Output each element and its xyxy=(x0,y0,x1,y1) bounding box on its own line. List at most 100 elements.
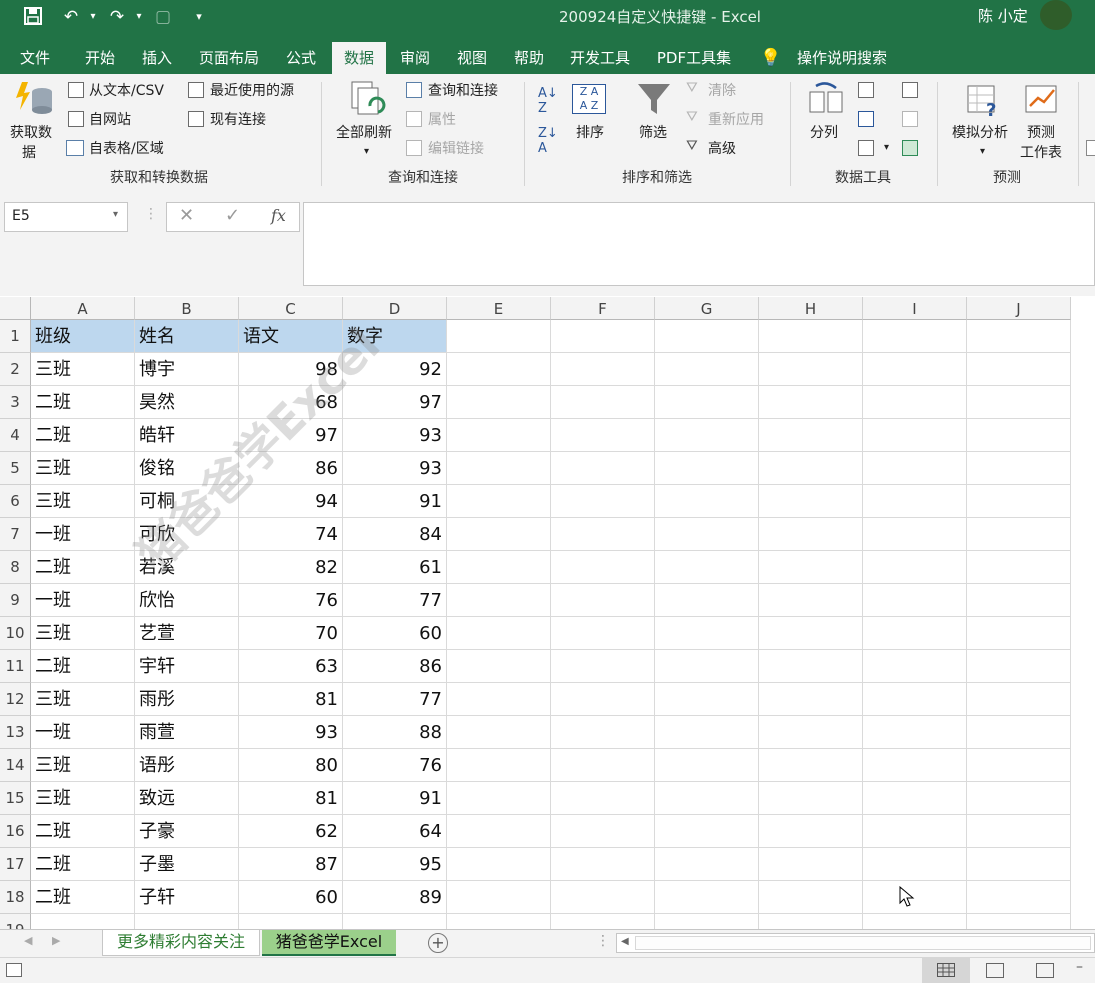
tab-pdf-tools[interactable]: PDF工具集 xyxy=(648,42,740,74)
cell[interactable] xyxy=(551,782,655,815)
row-header[interactable]: 2 xyxy=(0,353,31,386)
cell[interactable] xyxy=(551,914,655,929)
user-name[interactable]: 陈 小定 xyxy=(978,5,1028,26)
sheet-tab-0[interactable]: 更多精彩内容关注 xyxy=(102,930,260,956)
sort-button[interactable]: 排序 xyxy=(576,122,604,142)
page-break-view-icon[interactable] xyxy=(1036,963,1054,978)
cell[interactable]: 子轩 xyxy=(135,881,239,914)
cell[interactable]: 欣怡 xyxy=(135,584,239,617)
cell[interactable] xyxy=(447,782,551,815)
cell[interactable]: 81 xyxy=(239,683,343,716)
cell[interactable] xyxy=(967,320,1071,353)
cell[interactable] xyxy=(551,485,655,518)
cell[interactable]: 91 xyxy=(343,485,447,518)
cell[interactable] xyxy=(759,485,863,518)
row-header[interactable]: 1 xyxy=(0,320,31,353)
cell[interactable] xyxy=(655,749,759,782)
cell[interactable]: 80 xyxy=(239,749,343,782)
advanced-button[interactable]: 高级 xyxy=(708,138,736,158)
cell[interactable]: 92 xyxy=(343,353,447,386)
cell[interactable]: 91 xyxy=(343,782,447,815)
cell[interactable]: 81 xyxy=(239,782,343,815)
cell[interactable] xyxy=(551,650,655,683)
cell[interactable] xyxy=(447,485,551,518)
cell[interactable] xyxy=(551,815,655,848)
cell[interactable] xyxy=(447,914,551,929)
cell[interactable] xyxy=(447,815,551,848)
cell[interactable] xyxy=(551,584,655,617)
cell[interactable]: 63 xyxy=(239,650,343,683)
cell[interactable] xyxy=(863,716,967,749)
cell[interactable]: 64 xyxy=(343,815,447,848)
cell[interactable] xyxy=(759,683,863,716)
cell[interactable] xyxy=(863,419,967,452)
cell[interactable] xyxy=(863,650,967,683)
queries-connections-button[interactable]: 查询和连接 xyxy=(428,80,498,100)
cell[interactable]: 88 xyxy=(343,716,447,749)
cell[interactable] xyxy=(655,650,759,683)
cell[interactable] xyxy=(551,551,655,584)
refresh-dropdown-icon[interactable]: ▾ xyxy=(364,146,369,157)
cell[interactable]: 三班 xyxy=(31,617,135,650)
cell[interactable]: 61 xyxy=(343,551,447,584)
horizontal-scroll-thumb[interactable] xyxy=(635,936,1091,950)
cell[interactable]: 子豪 xyxy=(135,815,239,848)
cell[interactable] xyxy=(967,386,1071,419)
header-cell[interactable]: 语文 xyxy=(239,320,343,353)
column-header-d[interactable]: D xyxy=(343,297,447,320)
get-data-button[interactable]: 获取数 xyxy=(10,122,52,142)
cell[interactable] xyxy=(967,419,1071,452)
cell[interactable]: 60 xyxy=(343,617,447,650)
cell[interactable] xyxy=(655,518,759,551)
tab-help[interactable]: 帮助 xyxy=(502,42,556,74)
cell[interactable] xyxy=(447,650,551,683)
outline-icon[interactable] xyxy=(1086,140,1095,156)
cell[interactable] xyxy=(655,386,759,419)
text-to-columns-button[interactable]: 分列 xyxy=(810,122,838,142)
cell[interactable] xyxy=(967,485,1071,518)
cell[interactable] xyxy=(551,683,655,716)
cell[interactable] xyxy=(863,683,967,716)
cell[interactable]: 89 xyxy=(343,881,447,914)
cell[interactable] xyxy=(967,617,1071,650)
cell[interactable] xyxy=(31,914,135,929)
cell[interactable] xyxy=(967,782,1071,815)
insert-function-icon[interactable]: fx xyxy=(271,206,286,225)
tab-formulas[interactable]: 公式 xyxy=(274,42,328,74)
paste-icon[interactable]: ▢ xyxy=(152,6,174,28)
tab-home[interactable]: 开始 xyxy=(72,42,128,74)
cell[interactable] xyxy=(759,452,863,485)
cell[interactable] xyxy=(967,683,1071,716)
cell[interactable] xyxy=(759,419,863,452)
sort-asc-icon[interactable]: A↓ Z xyxy=(538,86,558,116)
cell[interactable] xyxy=(447,518,551,551)
cell[interactable]: 62 xyxy=(239,815,343,848)
cell[interactable] xyxy=(551,749,655,782)
cell[interactable]: 98 xyxy=(239,353,343,386)
cell[interactable] xyxy=(863,584,967,617)
prev-sheet-icon[interactable]: ◀ xyxy=(24,934,32,947)
cell[interactable]: 雨彤 xyxy=(135,683,239,716)
cell[interactable] xyxy=(447,320,551,353)
cell[interactable] xyxy=(759,518,863,551)
column-header-e[interactable]: E xyxy=(447,297,551,320)
cell[interactable] xyxy=(447,683,551,716)
cell[interactable]: 一班 xyxy=(31,716,135,749)
from-web-button[interactable]: 自网站 xyxy=(89,109,131,129)
from-text-csv-button[interactable]: 从文本/CSV xyxy=(89,80,164,100)
cell[interactable]: 二班 xyxy=(31,848,135,881)
cell[interactable] xyxy=(447,551,551,584)
clear-button[interactable]: 清除 xyxy=(708,80,736,100)
cell[interactable]: 可桐 xyxy=(135,485,239,518)
cell[interactable] xyxy=(447,386,551,419)
cell[interactable]: 三班 xyxy=(31,683,135,716)
cell[interactable] xyxy=(655,914,759,929)
cell[interactable] xyxy=(447,353,551,386)
cell[interactable] xyxy=(655,419,759,452)
avatar[interactable] xyxy=(1040,0,1072,30)
cell[interactable]: 82 xyxy=(239,551,343,584)
cell[interactable] xyxy=(863,749,967,782)
cell[interactable] xyxy=(655,320,759,353)
cell[interactable] xyxy=(447,881,551,914)
row-header[interactable]: 11 xyxy=(0,650,31,683)
